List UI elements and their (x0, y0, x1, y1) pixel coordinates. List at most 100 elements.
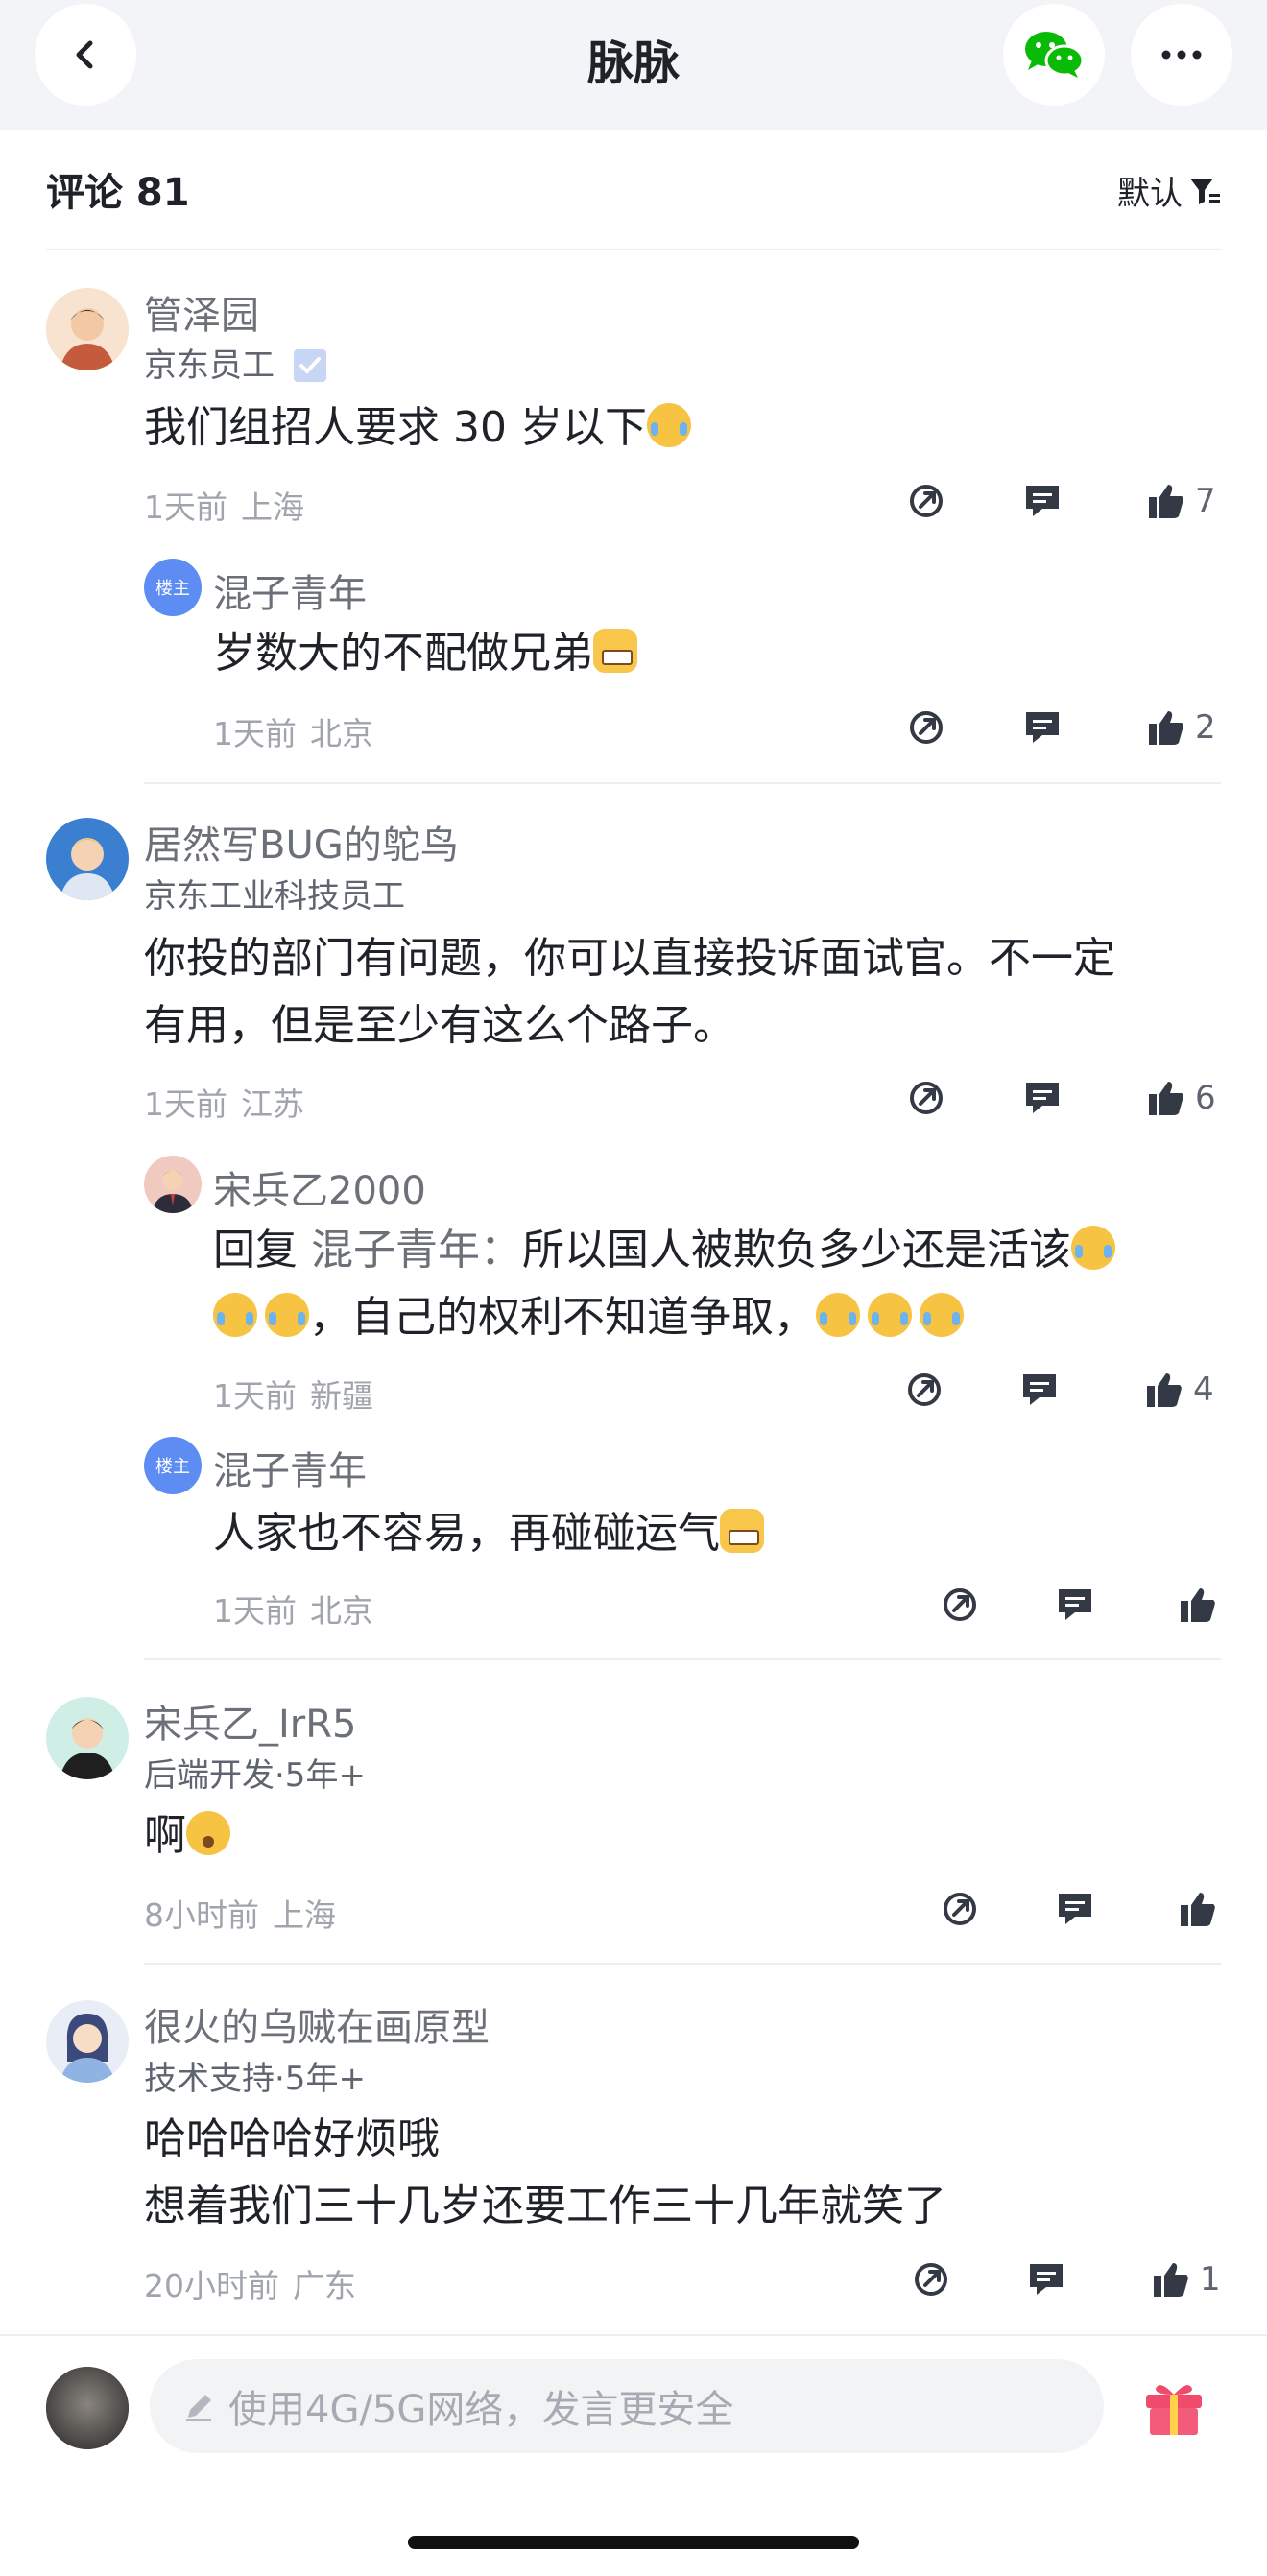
comment-icon (1030, 2264, 1063, 2295)
thumbs-up-icon (1149, 485, 1183, 518)
op-badge-avatar[interactable]: 楼主 (144, 559, 202, 616)
reply-author-name[interactable]: 混子青年 (213, 562, 367, 618)
reply-button[interactable] (1056, 1581, 1094, 1629)
comment-icon (1026, 486, 1059, 516)
gift-icon (1146, 2385, 1202, 2435)
comment-text: 啊 (144, 1802, 230, 1870)
my-avatar[interactable] (46, 2367, 129, 2449)
grin-emoji (593, 629, 637, 673)
sort-label: 默认 (1117, 175, 1183, 213)
reply-author-name[interactable]: 宋兵乙2000 (213, 1159, 426, 1215)
comment-meta: 8小时前 上海 (144, 1896, 336, 1934)
author-title: 京东工业科技员工 (144, 877, 405, 916)
comment-meta: 20小时前 广东 (144, 2267, 356, 2304)
comment-icon (1026, 712, 1059, 743)
reply-button[interactable] (1023, 704, 1062, 751)
more-dots-icon (1161, 50, 1202, 60)
home-indicator (408, 2536, 859, 2549)
wechat-share-button[interactable] (1003, 4, 1105, 106)
like-button[interactable] (1179, 1885, 1217, 1933)
comment-input[interactable]: 使用4G/5G网络，发言更安全 (150, 2359, 1104, 2453)
forward-button[interactable] (907, 704, 945, 751)
divider (46, 249, 1221, 250)
laugh-cry-emoji (646, 403, 691, 447)
author-name[interactable]: 很火的乌贼在画原型 (144, 1996, 490, 2052)
comment-text: 哈哈哈哈好烦哦 想着我们三十几岁还要工作三十几年就笑了 (144, 2114, 946, 2230)
reply-text: 人家也不容易，再碰碰运气 (213, 1500, 764, 1567)
reply-button[interactable] (1020, 1366, 1059, 1414)
reply-to-name[interactable]: 混子青年： (311, 1226, 522, 1275)
author-name[interactable]: 居然写BUG的鸵鸟 (144, 814, 459, 870)
avatar[interactable] (46, 288, 129, 370)
avatar[interactable] (46, 1697, 129, 1779)
avatar[interactable] (46, 2000, 129, 2083)
grin-emoji (720, 1509, 764, 1553)
forward-icon (910, 485, 943, 517)
like-button[interactable]: 4 (1145, 1366, 1214, 1414)
forward-icon (915, 2263, 947, 2296)
verified-icon (293, 349, 326, 382)
reply-text: 岁数大的不配做兄弟 (213, 620, 637, 687)
like-button[interactable]: 2 (1147, 704, 1216, 751)
like-count: 2 (1195, 708, 1216, 747)
forward-icon (910, 1082, 943, 1114)
like-count: 1 (1200, 2260, 1221, 2299)
forward-button[interactable] (907, 1074, 945, 1122)
like-button[interactable]: 6 (1147, 1074, 1216, 1122)
like-button[interactable] (1179, 1581, 1217, 1629)
reply-button[interactable] (1027, 2255, 1065, 2303)
laugh-cry-emoji (265, 1293, 309, 1337)
forward-icon (908, 1373, 941, 1406)
reply-button[interactable] (1023, 1074, 1062, 1122)
forward-icon (944, 1893, 976, 1925)
comment-icon (1026, 1083, 1059, 1113)
avatar[interactable] (144, 1156, 202, 1213)
comment-meta: 1天前 江苏 (144, 1085, 304, 1123)
input-placeholder: 使用4G/5G网络，发言更安全 (228, 2388, 734, 2432)
reply-meta: 1天前 北京 (213, 715, 373, 752)
forward-icon (944, 1588, 976, 1621)
divider (144, 782, 1221, 784)
author-title: 后端开发·5年+ (144, 1756, 366, 1795)
forward-button[interactable] (905, 1366, 944, 1414)
op-badge-avatar[interactable]: 楼主 (144, 1437, 202, 1494)
thumbs-up-icon (1181, 1588, 1215, 1622)
thumbs-up-icon (1147, 1373, 1182, 1407)
like-button[interactable]: 1 (1152, 2255, 1221, 2303)
comment-icon (1023, 1374, 1056, 1405)
thumbs-up-icon (1181, 1893, 1215, 1926)
forward-button[interactable] (912, 2255, 950, 2303)
wechat-icon (1025, 32, 1085, 78)
reply-meta: 1天前 北京 (213, 1592, 373, 1630)
reply-author-name[interactable]: 混子青年 (213, 1440, 367, 1495)
avatar[interactable] (46, 818, 129, 900)
like-count: 6 (1195, 1079, 1216, 1117)
like-button[interactable]: 7 (1147, 477, 1216, 525)
thumbs-up-icon (1149, 1082, 1183, 1115)
laugh-cry-emoji (1071, 1226, 1115, 1270)
like-count: 7 (1195, 482, 1216, 520)
gift-button[interactable] (1142, 2375, 1206, 2443)
more-button[interactable] (1131, 4, 1232, 106)
thumbs-up-icon (1149, 711, 1183, 745)
comment-icon (1059, 1894, 1091, 1924)
comment-text: 我们组招人要求 30 岁以下 (144, 394, 691, 462)
surprised-emoji (186, 1811, 230, 1855)
laugh-cry-emoji (213, 1293, 257, 1337)
laugh-cry-emoji (816, 1293, 860, 1337)
reply-button[interactable] (1056, 1885, 1094, 1933)
forward-button[interactable] (941, 1885, 979, 1933)
author-title: 京东员工 (144, 339, 327, 386)
like-count: 4 (1193, 1371, 1214, 1409)
sort-dropdown[interactable]: 默认 (1117, 167, 1221, 214)
author-name[interactable]: 管泽园 (144, 284, 259, 340)
thumbs-up-icon (1154, 2263, 1188, 2297)
forward-button[interactable] (907, 477, 945, 525)
reply-button[interactable] (1023, 477, 1062, 525)
forward-button[interactable] (941, 1581, 979, 1629)
author-title: 技术支持·5年+ (144, 2060, 366, 2098)
divider (144, 1658, 1221, 1660)
author-name[interactable]: 宋兵乙_IrR5 (144, 1693, 356, 1749)
comment-icon (1059, 1589, 1091, 1620)
divider (144, 1963, 1221, 1965)
